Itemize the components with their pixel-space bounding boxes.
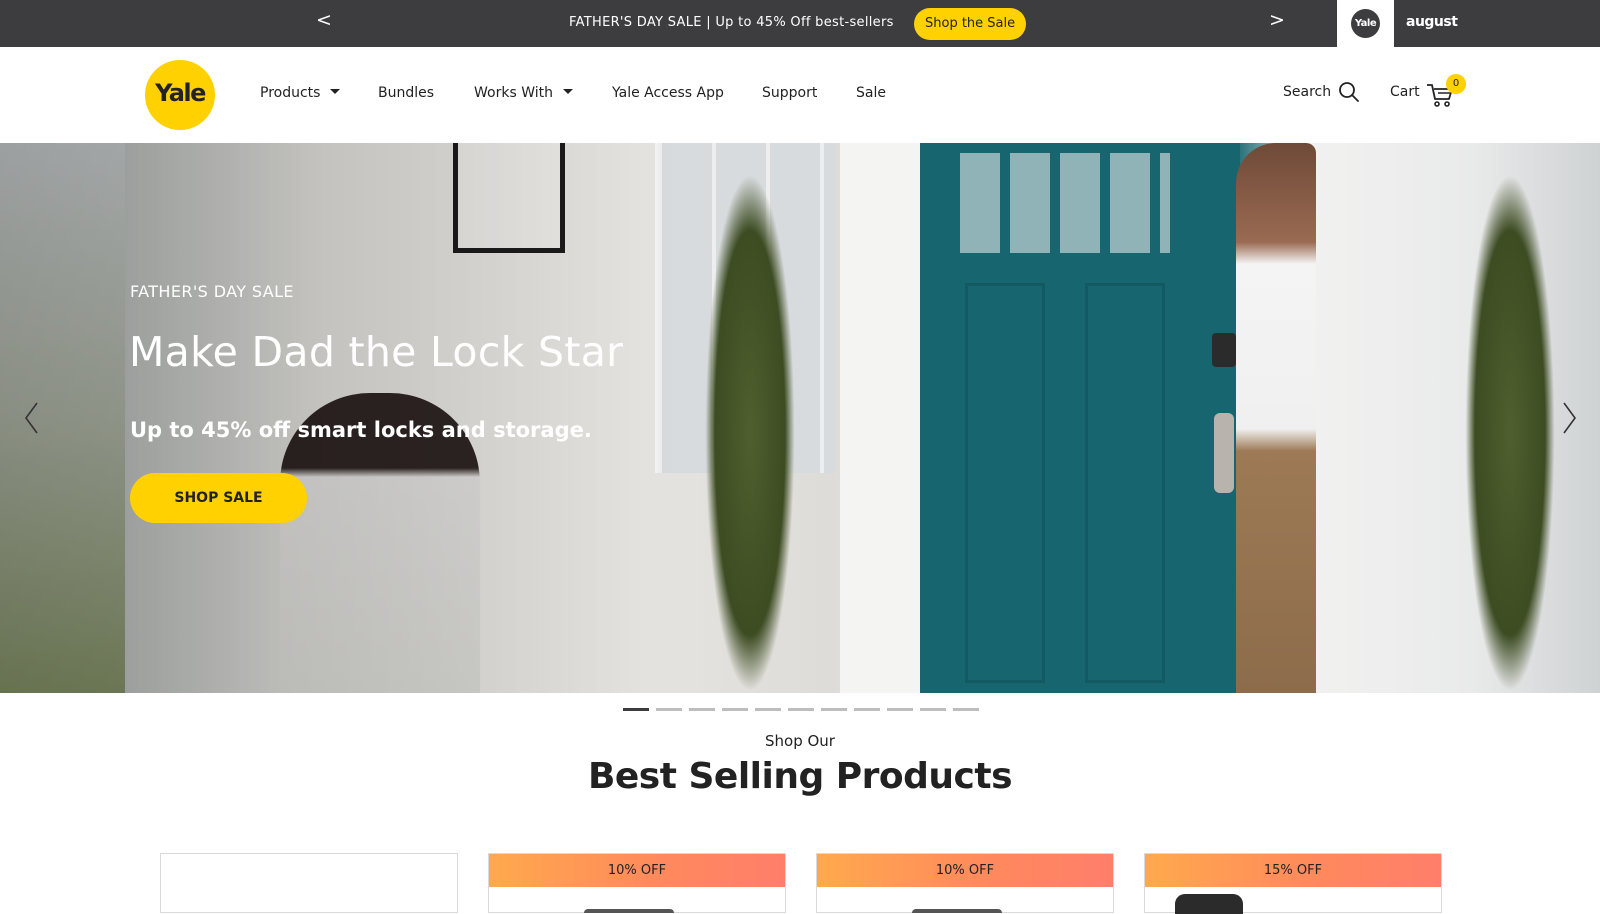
brand-switch-yale[interactable]: Yale <box>1337 0 1394 47</box>
shop-the-sale-button[interactable]: Shop the Sale <box>914 8 1027 40</box>
shop-sale-button[interactable]: SHOP SALE <box>130 473 307 523</box>
hero-bg-topiary <box>705 173 795 693</box>
yale-brand-logo: Yale <box>1351 9 1380 38</box>
promo-text: FATHER'S DAY SALE | Up to 45% Off best-s… <box>569 15 894 30</box>
product-card[interactable]: 10% OFF <box>816 853 1114 913</box>
carousel-dot[interactable] <box>722 708 748 711</box>
nav-item-products[interactable]: Products <box>260 85 341 101</box>
nav-label: Works With <box>474 85 553 101</box>
cart-count-badge: 0 <box>1446 74 1466 94</box>
chevron-down-icon <box>330 89 341 94</box>
nav-item-yale-access-app[interactable]: Yale Access App <box>612 85 724 101</box>
promo-prev-arrow[interactable]: < <box>316 9 332 31</box>
hero-bg-person <box>1236 143 1316 693</box>
august-brand-logo: august <box>1406 14 1458 30</box>
hero-bg-door-panel <box>1085 283 1165 683</box>
carousel-dot[interactable] <box>788 708 814 711</box>
promo-bar: < FATHER'S DAY SALE | Up to 45% Off best… <box>0 0 1600 47</box>
discount-badge: 15% OFF <box>1145 854 1441 887</box>
carousel-prev-icon[interactable] <box>22 401 42 435</box>
nav-item-support[interactable]: Support <box>762 85 817 101</box>
promo-next-arrow[interactable]: > <box>1269 9 1285 31</box>
hero-eyebrow: FATHER'S DAY SALE <box>130 282 294 301</box>
product-image <box>1175 894 1243 914</box>
chevron-down-icon <box>562 89 573 94</box>
search-label[interactable]: Search <box>1283 84 1331 100</box>
nav-item-sale[interactable]: Sale <box>856 85 886 101</box>
hero-carousel: FATHER'S DAY SALE Make Dad the Lock Star… <box>0 143 1600 693</box>
nav-item-works-with[interactable]: Works With <box>474 85 573 101</box>
product-image <box>912 909 1002 913</box>
site-header: Yale Products Bundles Works With Yale Ac… <box>0 47 1600 143</box>
product-card[interactable]: 10% OFF <box>488 853 786 913</box>
yale-logo[interactable]: Yale <box>145 60 215 130</box>
nav-label: Bundles <box>378 85 435 101</box>
hero-bg-smart-lock <box>1212 333 1236 367</box>
carousel-dot[interactable] <box>854 708 880 711</box>
section-title: Best Selling Products <box>587 756 1013 797</box>
brand-switch-august[interactable]: august <box>1394 0 1478 47</box>
carousel-dot[interactable] <box>920 708 946 711</box>
nav-label: Sale <box>856 85 886 101</box>
hero-title: Make Dad the Lock Star <box>129 328 624 376</box>
product-card[interactable]: 15% OFF <box>1144 853 1442 914</box>
hero-bg-door-handle <box>1214 413 1234 493</box>
cart-label[interactable]: Cart <box>1390 84 1420 100</box>
discount-badge: 10% OFF <box>817 854 1113 887</box>
carousel-dot[interactable] <box>755 708 781 711</box>
carousel-next-icon[interactable] <box>1559 401 1579 435</box>
product-card[interactable] <box>160 853 458 913</box>
product-image <box>584 909 674 913</box>
carousel-dot[interactable] <box>953 708 979 711</box>
logo-text: Yale <box>155 79 206 107</box>
carousel-dot[interactable] <box>656 708 682 711</box>
discount-badge: 10% OFF <box>489 854 785 887</box>
hero-bg-door-glass <box>960 153 1170 253</box>
hero-bg-door-panel <box>965 283 1045 683</box>
search-icon[interactable] <box>1338 81 1360 103</box>
carousel-dot[interactable] <box>821 708 847 711</box>
carousel-dot[interactable] <box>689 708 715 711</box>
nav-item-bundles[interactable]: Bundles <box>378 85 434 101</box>
hero-bg-door-frame <box>840 143 920 693</box>
hero-bg-topiary <box>1465 173 1555 693</box>
carousel-dot[interactable] <box>887 708 913 711</box>
nav-label: Support <box>762 85 818 101</box>
nav-label: Products <box>260 85 321 101</box>
carousel-dot[interactable] <box>623 708 649 711</box>
nav-label: Yale Access App <box>612 85 724 101</box>
hero-subtitle: Up to 45% off smart locks and storage. <box>130 418 592 442</box>
section-eyebrow: Shop Our <box>765 732 835 750</box>
